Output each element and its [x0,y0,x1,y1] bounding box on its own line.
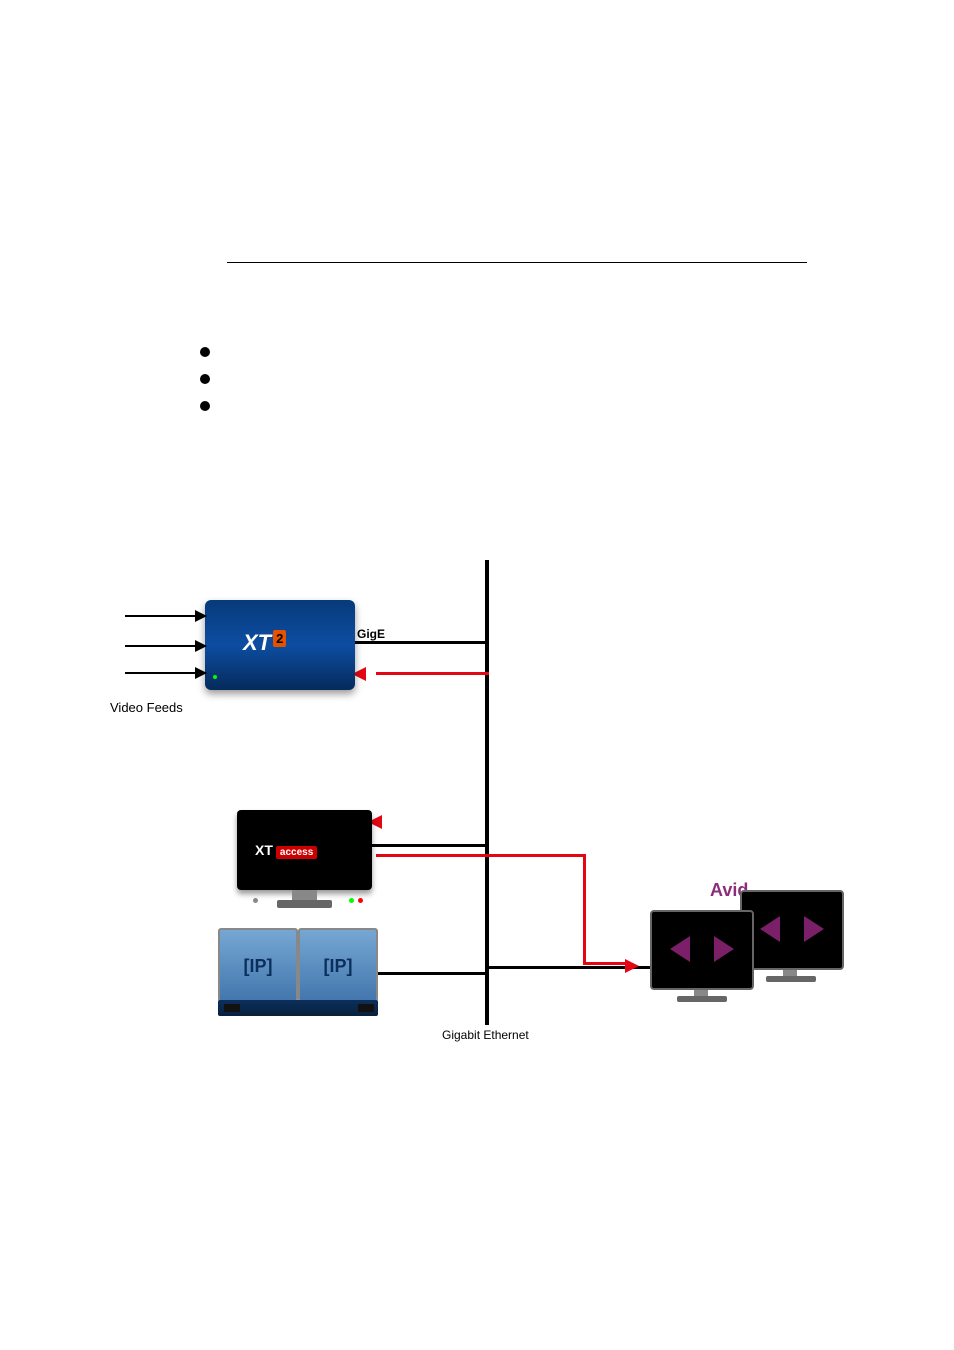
monitor-stand [292,890,317,900]
ip-screen: [IP] [218,928,298,1002]
monitor-base [277,900,332,908]
xt-text: XT [255,842,273,858]
rack-led-icon [224,1004,240,1012]
xt2-logo-text: XT [243,630,271,655]
bullet-icon [200,347,210,357]
control-line [376,854,586,857]
ip-screen: [IP] [298,928,378,1002]
video-feed-arrow [125,645,206,647]
xtaccess-logo: XTaccess [255,842,317,858]
gigabit-ethernet-label: Gigabit Ethernet [442,1028,529,1042]
avid-monitor [740,890,844,970]
gige-label: GigE [357,627,385,641]
monitor-icon: XTaccess [237,810,372,890]
video-feeds-label: Video Feeds [110,700,183,715]
access-badge: access [276,846,317,859]
connector-ipdirector [375,972,488,975]
control-line [376,672,489,675]
monitor-base [766,976,816,982]
rack-unit [218,1000,378,1016]
control-line [585,962,630,965]
avid-workstations: Avid [650,880,850,1030]
ip-label: [IP] [300,956,376,977]
led-icon [358,898,363,903]
xtaccess-workstation: XTaccess [237,810,372,900]
arrow-icon [625,959,639,973]
horizontal-rule [227,262,807,263]
ip-label: [IP] [220,956,296,977]
bullet-icon [200,401,210,411]
bullet-icon [200,374,210,384]
led-icon [253,898,258,903]
monitor-base [677,996,727,1002]
connector-xt2-gige [350,641,488,644]
connector-xtaccess [372,844,488,847]
avid-logo-icon [760,916,824,942]
rack-led-icon [358,1004,374,1012]
video-feed-arrow [125,672,206,674]
led-icon [213,675,217,679]
xt2-server: XT2 [205,600,355,690]
gigabit-backbone-line [485,560,489,1025]
xt2-logo-suffix: 2 [273,630,286,647]
avid-monitor [650,910,754,990]
ip-director: [IP] [IP] [218,928,378,1018]
xt2-logo: XT2 [243,630,286,656]
control-line [583,855,586,965]
led-icon [349,898,354,903]
avid-logo-icon [670,936,734,962]
video-feed-arrow [125,615,206,617]
